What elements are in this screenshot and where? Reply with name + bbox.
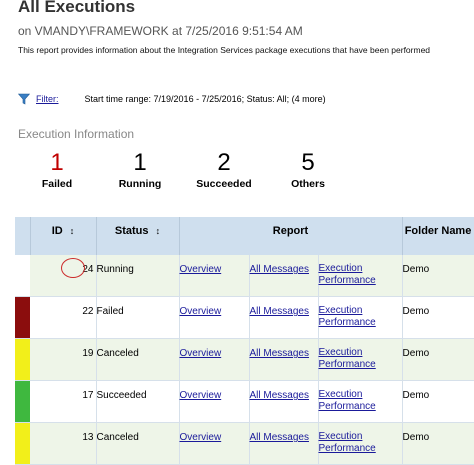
execution-performance-link[interactable]: Execution Performance — [319, 305, 376, 328]
execution-status: Canceled — [96, 338, 180, 381]
execution-performance-link[interactable]: Execution Performance — [319, 431, 376, 454]
status-color-stripe — [15, 338, 30, 381]
stat-succeeded-label: Succeeded — [196, 178, 252, 190]
all-messages-link[interactable]: All Messages — [250, 432, 309, 443]
stat-succeeded: 2 Succeeded — [189, 149, 259, 191]
all-messages-link[interactable]: All Messages — [250, 306, 309, 317]
stat-failed-count: 1 — [50, 149, 64, 176]
table-row: 22 Failed Overview All Messages Execution Per… — [15, 296, 474, 339]
table-row: 17 Succeeded Overview All Messages Execution… — [15, 380, 474, 423]
stat-others: 5 Others — [273, 149, 343, 191]
table-header-row: ID ↕ Status ↕ Report Folder Name — [15, 217, 474, 255]
sort-arrows-icon[interactable]: ↕ — [156, 226, 161, 236]
execution-performance-link[interactable]: Execution Performance — [319, 263, 376, 286]
overview-link[interactable]: Overview — [180, 432, 222, 443]
overview-link[interactable]: Overview — [180, 348, 222, 359]
filter-row: Filter: Start time range: 7/19/2016 - 7/… — [18, 93, 326, 105]
execution-status: Succeeded — [96, 380, 180, 423]
overview-link[interactable]: Overview — [180, 264, 222, 275]
status-color-stripe — [15, 296, 30, 339]
header-id[interactable]: ID ↕ — [30, 217, 97, 255]
header-report: Report — [179, 217, 403, 255]
stat-succeeded-count: 2 — [217, 149, 231, 176]
header-id-label: ID — [51, 225, 63, 237]
table-row: 13 Canceled Overview All Messages Execution P… — [15, 422, 474, 465]
execution-status: Running — [96, 255, 180, 297]
execution-performance-link[interactable]: Execution Performance — [319, 347, 376, 370]
status-color-stripe — [15, 422, 30, 465]
funnel-icon[interactable] — [18, 93, 30, 105]
table-row: 19 Canceled Overview All Messages Execution P… — [15, 338, 474, 381]
filter-link[interactable]: Filter: — [36, 94, 59, 104]
all-messages-link[interactable]: All Messages — [250, 390, 309, 401]
stat-running-count: 1 — [133, 149, 147, 176]
execution-id: 13 — [30, 422, 97, 465]
all-messages-link[interactable]: All Messages — [250, 348, 309, 359]
filter-summary: Start time range: 7/19/2016 - 7/25/2016;… — [84, 94, 326, 104]
execution-id: 17 — [30, 380, 97, 423]
stat-running: 1 Running — [105, 149, 175, 191]
overview-link[interactable]: Overview — [180, 390, 222, 401]
table-row: 24 Running Overview All Messages Execution Pe… — [15, 255, 474, 297]
stat-others-count: 5 — [301, 149, 315, 176]
stat-failed: 1 Failed — [22, 149, 92, 191]
status-color-stripe — [15, 380, 30, 423]
folder-name: Demo — [402, 380, 474, 423]
all-messages-link[interactable]: All Messages — [250, 264, 309, 275]
executions-table: ID ↕ Status ↕ Report Folder Name 24 Runni… — [15, 217, 474, 465]
status-color-stripe — [15, 255, 30, 297]
report-title: All Executions — [18, 0, 136, 16]
highlight-circle — [61, 258, 85, 278]
folder-name: Demo — [402, 422, 474, 465]
header-stripe — [15, 217, 31, 255]
execution-id: 19 — [30, 338, 97, 381]
execution-id: 22 — [30, 296, 97, 339]
folder-name: Demo — [402, 255, 474, 297]
folder-name: Demo — [402, 338, 474, 381]
stat-others-label: Others — [291, 178, 325, 190]
sort-arrows-icon[interactable]: ↕ — [70, 226, 75, 236]
folder-name: Demo — [402, 296, 474, 339]
overview-link[interactable]: Overview — [180, 306, 222, 317]
report-subtitle: on VMANDY\FRAMEWORK at 7/25/2016 9:51:54… — [18, 24, 303, 38]
header-status[interactable]: Status ↕ — [96, 217, 180, 255]
execution-performance-link[interactable]: Execution Performance — [319, 389, 376, 412]
stat-running-label: Running — [118, 178, 162, 190]
header-folder: Folder Name — [402, 217, 474, 255]
execution-status: Canceled — [96, 422, 180, 465]
execution-info-heading: Execution Information — [18, 127, 135, 141]
stat-failed-label: Failed — [41, 178, 73, 190]
execution-status: Failed — [96, 296, 180, 339]
header-status-label: Status — [114, 225, 149, 237]
report-description: This report provides information about t… — [18, 45, 431, 55]
